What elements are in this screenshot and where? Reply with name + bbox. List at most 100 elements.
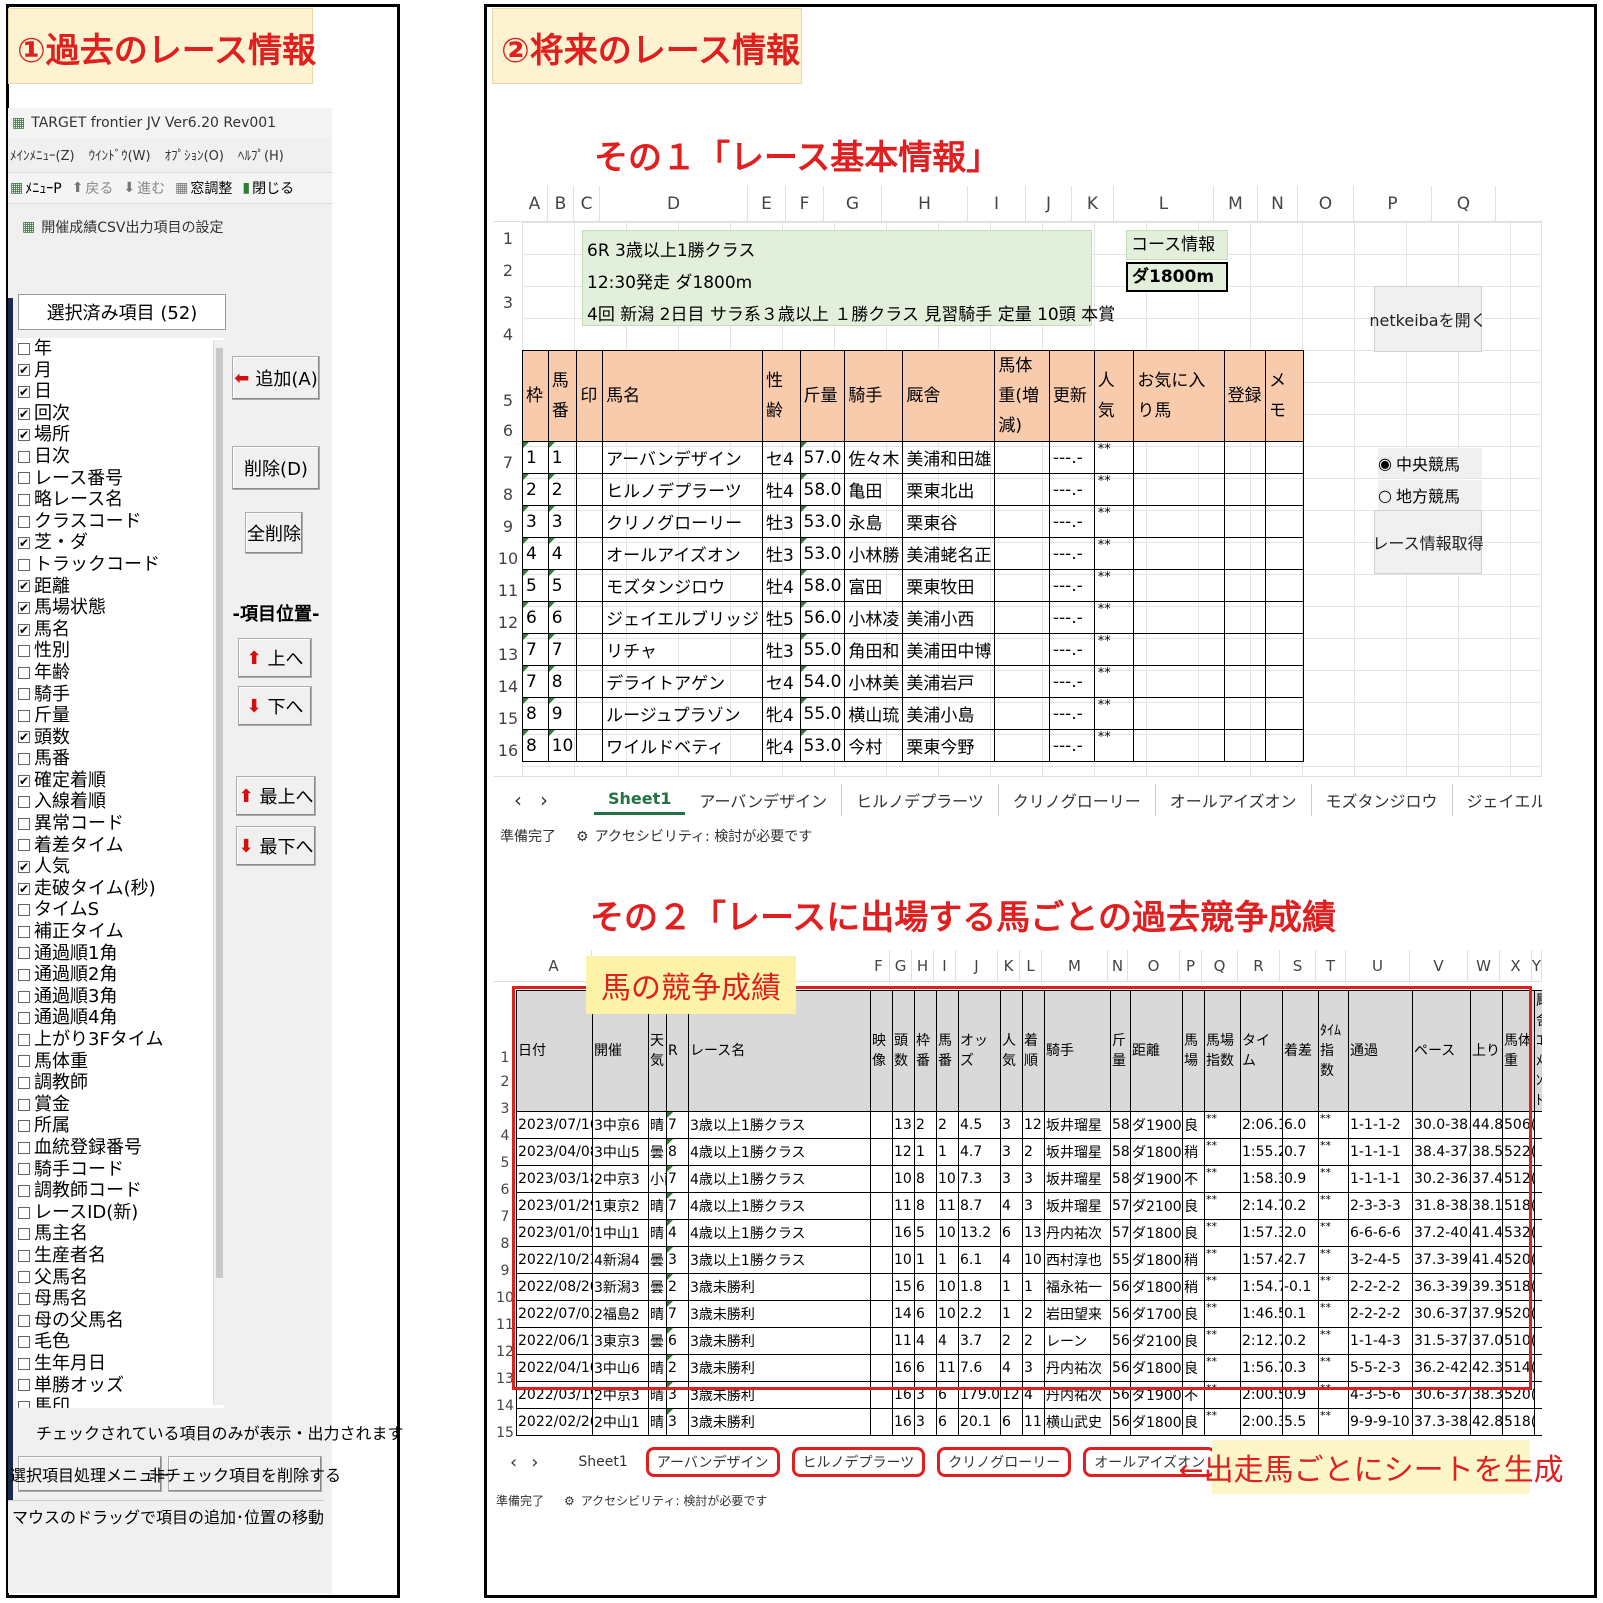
table-cell[interactable]: 522(+10) <box>1502 1138 1535 1166</box>
table-cell[interactable]: 1:57.3 <box>1240 1219 1283 1247</box>
table-cell[interactable]: 晴 <box>648 1111 667 1139</box>
column-header[interactable]: F <box>868 950 890 982</box>
checkbox-unchecked[interactable] <box>18 1314 30 1327</box>
list-item[interactable]: クラスコード <box>16 511 224 533</box>
table-cell[interactable]: 2中京3 <box>592 1165 649 1193</box>
column-header[interactable]: K <box>998 950 1020 982</box>
row-header[interactable]: 8 <box>494 1230 516 1257</box>
table-cell[interactable] <box>994 441 1050 474</box>
list-item[interactable]: 馬体重 <box>16 1051 224 1073</box>
table-cell[interactable]: 6 <box>936 1408 959 1436</box>
table-cell[interactable] <box>994 729 1050 762</box>
column-header[interactable]: T <box>1316 950 1346 982</box>
checkbox-unchecked[interactable] <box>18 969 30 982</box>
checkbox-unchecked[interactable] <box>18 1033 30 1046</box>
checkbox-checked[interactable] <box>18 533 30 555</box>
table-cell[interactable]: 美浦田中博 <box>902 633 996 666</box>
table-cell[interactable]: 8.7 <box>958 1192 1001 1220</box>
table-cell[interactable] <box>1133 697 1225 730</box>
table-cell[interactable]: 6-6-6-6 <box>1348 1219 1413 1247</box>
table-cell[interactable]: 晴 <box>648 1354 667 1382</box>
table-cell[interactable]: 16 <box>892 1219 915 1247</box>
table-cell[interactable]: 2中京3 <box>592 1381 649 1409</box>
table-cell[interactable]: 1-1-1-2 <box>1348 1111 1413 1139</box>
table-cell[interactable]: 2022/08/20 <box>516 1273 593 1301</box>
table-cell[interactable]: 栗東今野 <box>902 729 996 762</box>
row-header[interactable]: 1 <box>494 990 516 1068</box>
checkbox-unchecked[interactable] <box>18 1249 30 1262</box>
column-header[interactable]: I <box>968 186 1026 222</box>
table-cell[interactable]: 11 <box>936 1192 959 1220</box>
list-item[interactable]: 着差タイム <box>16 835 224 857</box>
row-header[interactable]: 6 <box>494 1176 516 1203</box>
table-cell[interactable]: ** <box>1204 1192 1241 1220</box>
table-cell[interactable]: 16 <box>892 1408 915 1436</box>
table-cell[interactable]: ** <box>1204 1246 1241 1274</box>
row-header[interactable]: 10 <box>494 542 522 574</box>
sheet-tab[interactable]: アーバンデザイン <box>685 784 843 816</box>
table-cell[interactable] <box>576 441 604 474</box>
checkbox-checked[interactable] <box>18 598 30 620</box>
table-cell[interactable]: 2022/06/11 <box>516 1327 593 1355</box>
table-cell[interactable]: ** <box>1204 1381 1241 1409</box>
table-cell[interactable]: 8 <box>914 1192 937 1220</box>
table-cell[interactable]: ** <box>1204 1138 1241 1166</box>
table-cell[interactable]: 31.5-37.1 <box>1412 1327 1471 1355</box>
table-cell[interactable]: 58 <box>1110 1111 1131 1139</box>
checkbox-unchecked[interactable] <box>18 1076 30 1089</box>
table-cell[interactable]: 57 <box>1110 1192 1131 1220</box>
table-cell[interactable]: 佐々木 <box>844 441 904 474</box>
table-cell[interactable] <box>1133 601 1225 634</box>
table-cell[interactable] <box>1534 1381 1542 1409</box>
row-header[interactable]: 12 <box>494 1338 516 1365</box>
table-cell[interactable]: 38.5 <box>1470 1138 1503 1166</box>
table-cell[interactable] <box>1534 1327 1542 1355</box>
table-cell[interactable]: 坂井瑠星 <box>1044 1165 1111 1193</box>
list-item[interactable]: レースID(新) <box>16 1202 224 1224</box>
table-cell[interactable]: 41.4 <box>1470 1219 1503 1247</box>
table-cell[interactable]: 58.0 <box>799 569 846 602</box>
table-cell[interactable]: ダ1900 <box>1130 1165 1183 1193</box>
checkbox-unchecked[interactable] <box>18 1012 30 1025</box>
table-cell[interactable]: 3東京3 <box>592 1327 649 1355</box>
table-cell[interactable]: 1:54.7 <box>1240 1273 1283 1301</box>
table-cell[interactable]: 6 <box>914 1354 937 1382</box>
table-cell[interactable]: 3 <box>547 505 578 538</box>
sheet-tab[interactable]: クリノグローリー <box>937 1447 1072 1477</box>
table-cell[interactable]: 11 <box>892 1192 915 1220</box>
row-header[interactable]: 12 <box>494 606 522 638</box>
table-cell[interactable]: 牡5 <box>761 601 801 634</box>
table-cell[interactable]: 小林凌 <box>844 601 904 634</box>
table-cell[interactable]: 7 <box>522 665 549 698</box>
table-cell[interactable]: ダ1800 <box>1130 1408 1183 1436</box>
table-cell[interactable]: 小林美 <box>844 665 904 698</box>
table-cell[interactable]: 520(+2) <box>1502 1381 1535 1409</box>
table-cell[interactable]: ** <box>1093 473 1135 506</box>
table-cell[interactable] <box>994 505 1050 538</box>
checkbox-checked[interactable] <box>18 360 30 382</box>
table-cell[interactable]: 6.0 <box>1282 1111 1319 1139</box>
table-cell[interactable]: ダ1900 <box>1130 1381 1183 1409</box>
table-cell[interactable]: オールアイズオン <box>602 537 763 570</box>
table-cell[interactable]: 58.0 <box>799 473 846 506</box>
table-cell[interactable]: ** <box>1204 1165 1241 1193</box>
table-cell[interactable]: 56 <box>1110 1354 1131 1382</box>
table-cell[interactable]: 2023/01/29 <box>516 1192 593 1220</box>
table-cell[interactable]: ** <box>1093 505 1135 538</box>
scrollbar-thumb[interactable] <box>216 348 223 1278</box>
table-cell[interactable]: 56 <box>1110 1300 1131 1328</box>
table-cell[interactable]: ジェイエルブリッジ <box>602 601 763 634</box>
delete-all-button[interactable]: 全削除 <box>245 512 303 554</box>
checkbox-unchecked[interactable] <box>18 1228 30 1241</box>
table-cell[interactable]: 532(+12) <box>1502 1219 1535 1247</box>
column-header[interactable]: L <box>1114 186 1214 222</box>
column-header[interactable]: Q <box>1432 186 1496 222</box>
table-cell[interactable]: 38.4-37.8 <box>1412 1138 1471 1166</box>
list-item[interactable]: 通過順4角 <box>16 1007 224 1029</box>
table-cell[interactable]: 6 <box>1000 1408 1023 1436</box>
row-header[interactable]: 11 <box>494 574 522 606</box>
table-cell[interactable]: 栗東牧田 <box>902 569 996 602</box>
checkbox-unchecked[interactable] <box>18 1098 30 1111</box>
checkbox-checked[interactable] <box>18 771 30 792</box>
add-button[interactable]: ⬅ 追加(A) <box>232 356 320 400</box>
